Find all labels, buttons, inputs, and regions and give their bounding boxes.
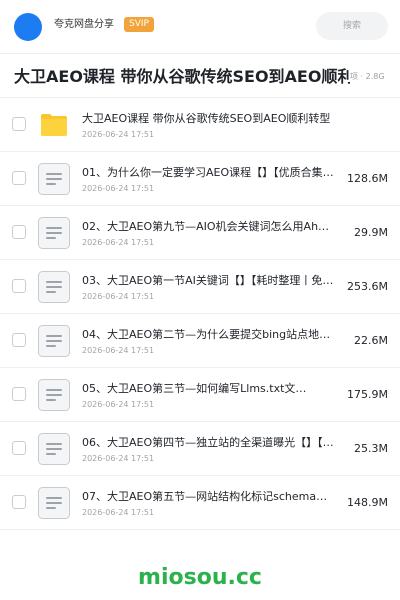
file-name: 大卫AEO课程 带你从谷歌传统SEO到AEO顺利转型 — [82, 112, 331, 125]
svip-badge: SVIP — [124, 17, 154, 32]
file-name: 05、大卫AEO第三节—如何编写Llms.txt文… — [82, 382, 307, 395]
list-item[interactable]: 06、大卫AEO第四节—独立站的全渠道曝光【】【免… 2026-06-24 17… — [0, 422, 400, 476]
list-item[interactable]: 07、大卫AEO第五节—网站结构化标记schema… 2026-06-24 17… — [0, 476, 400, 530]
header-bar: 夸克网盘分享 SVIP — [0, 0, 400, 54]
file-date: 2026-06-24 17:51 — [82, 346, 155, 355]
row-checkbox[interactable] — [12, 171, 26, 185]
share-title-bar: 大卫AEO课程 带你从谷歌传统SEO到AEO顺利转型 项 · 2.8G — [0, 54, 400, 98]
row-checkbox[interactable] — [12, 117, 26, 131]
file-date: 2026-06-24 17:51 — [82, 508, 155, 517]
list-item[interactable]: 大卫AEO课程 带你从谷歌传统SEO到AEO顺利转型 2026-06-24 17… — [0, 98, 400, 152]
file-date: 2026-06-24 17:51 — [82, 400, 155, 409]
list-item[interactable]: 02、大卫AEO第九节—AIO机会关键词怎么用Ah… 2026-06-24 17… — [0, 206, 400, 260]
app-name: 夸克网盘分享 — [54, 19, 114, 30]
list-item[interactable]: 03、大卫AEO第一节AI关键词【】【耗时整理丨免… 2026-06-24 17… — [0, 260, 400, 314]
row-checkbox[interactable] — [12, 441, 26, 455]
file-icon — [38, 487, 70, 519]
file-name: 01、为什么你一定要学习AEO课程【】【优质合集丨… — [82, 166, 342, 179]
row-checkbox[interactable] — [12, 225, 26, 239]
list-item[interactable]: 01、为什么你一定要学习AEO课程【】【优质合集丨… 2026-06-24 17… — [0, 152, 400, 206]
file-date: 2026-06-24 17:51 — [82, 238, 155, 247]
file-icon — [38, 271, 70, 303]
row-checkbox[interactable] — [12, 495, 26, 509]
file-name: 07、大卫AEO第五节—网站结构化标记schema… — [82, 490, 328, 503]
file-size: 175.9M — [347, 388, 388, 401]
list-item[interactable]: 05、大卫AEO第三节—如何编写Llms.txt文… 2026-06-24 17… — [0, 368, 400, 422]
file-icon — [38, 325, 70, 357]
file-name: 03、大卫AEO第一节AI关键词【】【耗时整理丨免… — [82, 274, 334, 287]
file-date: 2026-06-24 17:51 — [82, 454, 155, 463]
search-input[interactable] — [316, 12, 388, 40]
row-checkbox[interactable] — [12, 387, 26, 401]
share-meta: 项 · 2.8G — [350, 72, 385, 81]
file-name: 02、大卫AEO第九节—AIO机会关键词怎么用Ah… — [82, 220, 330, 233]
page-title: 大卫AEO课程 带你从谷歌传统SEO到AEO顺利转型 — [14, 67, 350, 86]
row-checkbox[interactable] — [12, 333, 26, 347]
list-item[interactable]: 04、大卫AEO第二节—为什么要提交bing站点地… 2026-06-24 17… — [0, 314, 400, 368]
file-list: 大卫AEO课程 带你从谷歌传统SEO到AEO顺利转型 2026-06-24 17… — [0, 98, 400, 530]
folder-icon — [41, 114, 67, 136]
file-size: 25.3M — [354, 442, 388, 455]
file-icon — [38, 433, 70, 465]
file-date: 2026-06-24 17:51 — [82, 292, 155, 301]
file-name: 06、大卫AEO第四节—独立站的全渠道曝光【】【免… — [82, 436, 342, 449]
file-icon — [38, 163, 70, 195]
file-size: 22.6M — [354, 334, 388, 347]
file-size: 29.9M — [354, 226, 388, 239]
share-page: 夸克网盘分享 SVIP 大卫AEO课程 带你从谷歌传统SEO到AEO顺利转型 项… — [0, 0, 400, 600]
file-date: 2026-06-24 17:51 — [82, 184, 155, 193]
file-name: 04、大卫AEO第二节—为什么要提交bing站点地… — [82, 328, 331, 341]
row-checkbox[interactable] — [12, 279, 26, 293]
file-size: 148.9M — [347, 496, 388, 509]
file-date: 2026-06-24 17:51 — [82, 130, 155, 139]
avatar[interactable] — [14, 13, 42, 41]
watermark: miosou.cc — [138, 565, 262, 590]
file-size: 128.6M — [347, 172, 388, 185]
file-icon — [38, 217, 70, 249]
file-size: 253.6M — [347, 280, 388, 293]
file-icon — [38, 379, 70, 411]
